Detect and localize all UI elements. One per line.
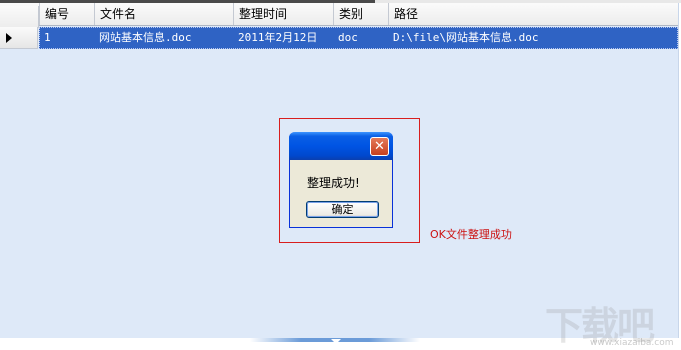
dialog-body: 整理成功! 确定 [293,160,389,224]
row-selector[interactable] [0,27,38,49]
column-header-type[interactable]: 类别 [333,3,388,25]
column-header-filename[interactable]: 文件名 [94,3,233,25]
column-header-time[interactable]: 整理时间 [233,3,333,25]
dialog-titlebar[interactable]: ✕ [289,132,393,160]
ok-button[interactable]: 确定 [306,201,379,218]
column-header-path[interactable]: 路径 [388,3,678,25]
cell-filename[interactable]: 网站基本信息.doc [95,28,234,48]
close-button[interactable]: ✕ [370,137,389,156]
watermark-url: www.xiazaiba.com [590,338,674,348]
dialog-message: 整理成功! [307,176,360,190]
row-header-corner [0,6,39,28]
selected-row-cells[interactable]: 1 网站基本信息.doc 2011年2月12日 doc D:\file\网站基本… [39,27,678,49]
cell-id[interactable]: 1 [40,28,95,48]
current-row-arrow-icon [6,33,12,43]
close-icon: ✕ [374,139,385,154]
cell-type[interactable]: doc [334,28,389,48]
column-header-row: 编号 文件名 整理时间 类别 路径 [0,3,678,28]
table-row[interactable]: 1 网站基本信息.doc 2011年2月12日 doc D:\file\网站基本… [0,27,678,49]
annotation-text: OK文件整理成功 [430,228,512,241]
column-header-id[interactable]: 编号 [39,3,94,25]
cell-path[interactable]: D:\file\网站基本信息.doc [389,28,677,48]
message-dialog: ✕ 整理成功! 确定 [289,132,393,228]
cell-time[interactable]: 2011年2月12日 [234,28,334,48]
collapse-arrow-icon[interactable] [331,339,341,344]
